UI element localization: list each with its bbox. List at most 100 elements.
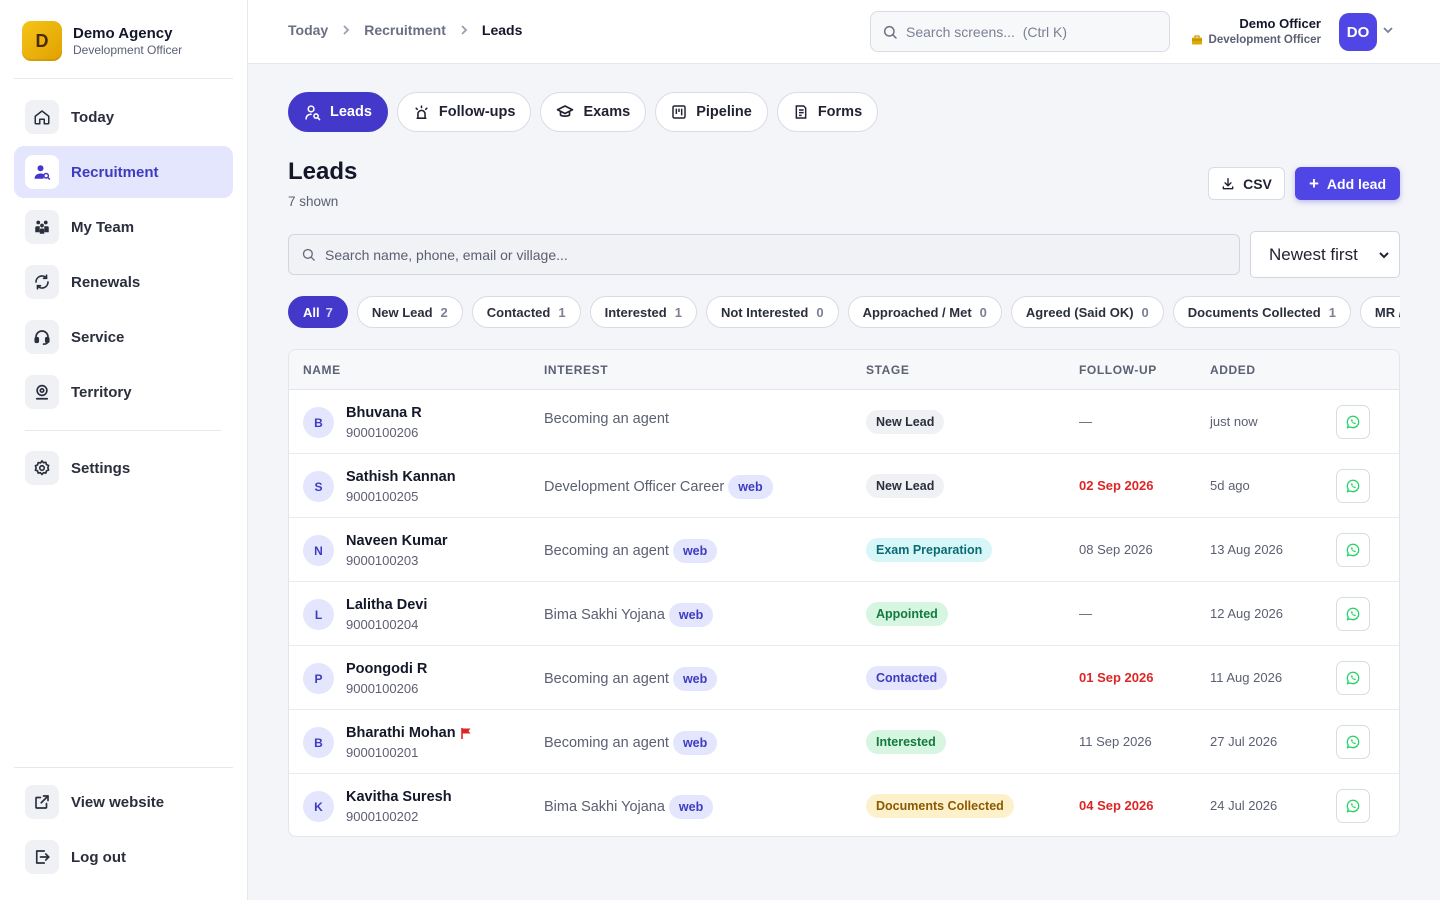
screen-search[interactable] bbox=[870, 11, 1170, 52]
sidebar-item-territory[interactable]: Territory bbox=[14, 366, 233, 418]
chip-count: 0 bbox=[979, 304, 987, 320]
whatsapp-button[interactable] bbox=[1336, 405, 1370, 439]
sidebar-item-label: Log out bbox=[71, 848, 126, 866]
sidebar-item-settings[interactable]: Settings bbox=[14, 442, 233, 494]
stage-filter-chips: All 7 New Lead 2 Contacted 1 Interested 1 No… bbox=[288, 296, 1400, 329]
lead-name[interactable]: Bhuvana R bbox=[346, 405, 422, 421]
source-badge: web bbox=[672, 667, 718, 691]
column-header-added[interactable]: ADDED bbox=[1210, 363, 1256, 377]
whatsapp-button[interactable] bbox=[1336, 789, 1370, 823]
added-date: 24 Jul 2026 bbox=[1210, 798, 1278, 813]
column-header-name[interactable]: NAME bbox=[303, 363, 341, 377]
chevron-down-icon bbox=[1378, 249, 1390, 261]
leads-icon bbox=[304, 104, 321, 121]
lead-avatar: K bbox=[303, 791, 334, 822]
stage-badge: Appointed bbox=[866, 602, 948, 626]
whatsapp-button[interactable] bbox=[1336, 469, 1370, 503]
followup-date: — bbox=[1079, 606, 1092, 621]
table-row[interactable]: B Bhuvana R 9000100206 Becoming an agent… bbox=[289, 390, 1399, 454]
added-date: 5d ago bbox=[1210, 478, 1250, 493]
page-title: Leads bbox=[288, 158, 358, 185]
chevron-down-icon[interactable] bbox=[1382, 24, 1394, 36]
filter-chip-documents-collected[interactable]: Documents Collected 1 bbox=[1172, 296, 1351, 328]
tab-pipeline[interactable]: Pipeline bbox=[655, 92, 768, 132]
add-lead-button[interactable]: + Add lead bbox=[1295, 167, 1400, 200]
table-row[interactable]: P Poongodi R 9000100206 Becoming an agen… bbox=[289, 646, 1399, 710]
added-date: just now bbox=[1210, 414, 1258, 429]
table-row[interactable]: K Kavitha Suresh 9000100202 Bima Sakhi Y… bbox=[289, 774, 1399, 836]
lead-search[interactable] bbox=[288, 234, 1240, 275]
external-link-icon bbox=[25, 785, 59, 819]
chip-label: All bbox=[303, 304, 320, 320]
column-header-followup[interactable]: FOLLOW-UP bbox=[1079, 363, 1157, 377]
sidebar-item-label: Territory bbox=[71, 383, 132, 401]
plus-icon: + bbox=[1308, 174, 1319, 193]
stage-badge: Documents Collected bbox=[866, 794, 1014, 818]
whatsapp-icon bbox=[1345, 478, 1361, 494]
sidebar-item-today[interactable]: Today bbox=[14, 91, 233, 143]
sidebar: D Demo Agency Development Officer Today … bbox=[0, 0, 248, 900]
tab-leads[interactable]: Leads bbox=[288, 92, 388, 132]
form-icon bbox=[793, 104, 809, 120]
filter-chip-contacted[interactable]: Contacted 1 bbox=[471, 296, 581, 328]
team-icon bbox=[25, 210, 59, 244]
export-csv-button[interactable]: CSV bbox=[1208, 167, 1285, 200]
sidebar-item-recruitment[interactable]: Recruitment bbox=[14, 146, 233, 198]
lead-name[interactable]: Sathish Kannan bbox=[346, 469, 456, 485]
tab-label: Forms bbox=[817, 104, 863, 120]
logout-icon bbox=[25, 840, 59, 874]
lead-search-input[interactable] bbox=[325, 246, 1205, 263]
sidebar-divider bbox=[25, 430, 221, 431]
lead-avatar: S bbox=[303, 471, 334, 502]
screen-search-input[interactable] bbox=[906, 23, 1156, 40]
sidebar-item-my-team[interactable]: My Team bbox=[14, 201, 233, 253]
lead-name[interactable]: Lalitha Devi bbox=[346, 597, 427, 613]
whatsapp-button[interactable] bbox=[1336, 725, 1370, 759]
table-row[interactable]: B Bharathi Mohan 9000100201 Becoming an … bbox=[289, 710, 1399, 774]
briefcase-icon bbox=[1191, 34, 1203, 46]
table-row[interactable]: L Lalitha Devi 9000100204 Bima Sakhi Yoj… bbox=[289, 582, 1399, 646]
sort-select[interactable]: Newest first bbox=[1250, 231, 1400, 278]
chip-count: 0 bbox=[1141, 304, 1149, 320]
column-header-stage[interactable]: STAGE bbox=[866, 363, 909, 377]
added-date: 27 Jul 2026 bbox=[1210, 734, 1278, 749]
sidebar-item-view-website[interactable]: View website bbox=[14, 776, 233, 828]
followup-date: 01 Sep 2026 bbox=[1079, 670, 1154, 685]
user-info[interactable]: Demo Officer Development Officer bbox=[1183, 16, 1321, 48]
source-badge: web bbox=[672, 539, 718, 563]
lead-name[interactable]: Kavitha Suresh bbox=[346, 789, 452, 805]
lead-name[interactable]: Bharathi Mohan bbox=[346, 725, 456, 741]
filter-chip-new-lead[interactable]: New Lead 2 bbox=[356, 296, 463, 328]
chevron-right-icon bbox=[340, 24, 352, 36]
tab-follow-ups[interactable]: Follow-ups bbox=[396, 92, 532, 132]
column-header-interest[interactable]: INTEREST bbox=[544, 363, 608, 377]
lead-phone: 9000100204 bbox=[346, 617, 419, 632]
flag-icon bbox=[460, 727, 472, 739]
table-row[interactable]: S Sathish Kannan 9000100205 Development … bbox=[289, 454, 1399, 518]
breadcrumb-recruitment[interactable]: Recruitment bbox=[364, 22, 446, 38]
filter-chip-interested[interactable]: Interested 1 bbox=[589, 296, 697, 328]
tab-forms[interactable]: Forms bbox=[776, 92, 879, 132]
filter-chip-not-interested[interactable]: Not Interested 0 bbox=[705, 296, 839, 328]
chip-label: Contacted bbox=[486, 304, 551, 320]
lead-name[interactable]: Poongodi R bbox=[346, 661, 427, 677]
filter-chip-all[interactable]: All 7 bbox=[288, 296, 348, 328]
tab-exams[interactable]: Exams bbox=[540, 92, 647, 132]
whatsapp-button[interactable] bbox=[1336, 533, 1370, 567]
sidebar-item-service[interactable]: Service bbox=[14, 311, 233, 363]
whatsapp-button[interactable] bbox=[1336, 597, 1370, 631]
avatar[interactable]: DO bbox=[1339, 13, 1377, 51]
lead-avatar: B bbox=[303, 727, 334, 758]
filter-chip-approached-met[interactable]: Approached / Met 0 bbox=[847, 296, 1002, 328]
sidebar-item-log-out[interactable]: Log out bbox=[14, 831, 233, 883]
lead-name[interactable]: Naveen Kumar bbox=[346, 533, 448, 549]
brand[interactable]: D Demo Agency Development Officer bbox=[22, 21, 182, 61]
tab-label: Exams bbox=[583, 104, 631, 120]
sidebar-item-renewals[interactable]: Renewals bbox=[14, 256, 233, 308]
filter-chip-mr-appointment[interactable]: MR / Appointment bbox=[1359, 296, 1400, 328]
breadcrumb-today[interactable]: Today bbox=[288, 22, 328, 38]
filter-chip-agreed[interactable]: Agreed (Said OK) 0 bbox=[1010, 296, 1164, 328]
table-row[interactable]: N Naveen Kumar 9000100203 Becoming an ag… bbox=[289, 518, 1399, 582]
whatsapp-button[interactable] bbox=[1336, 661, 1370, 695]
followup-date: 11 Sep 2026 bbox=[1079, 734, 1152, 749]
